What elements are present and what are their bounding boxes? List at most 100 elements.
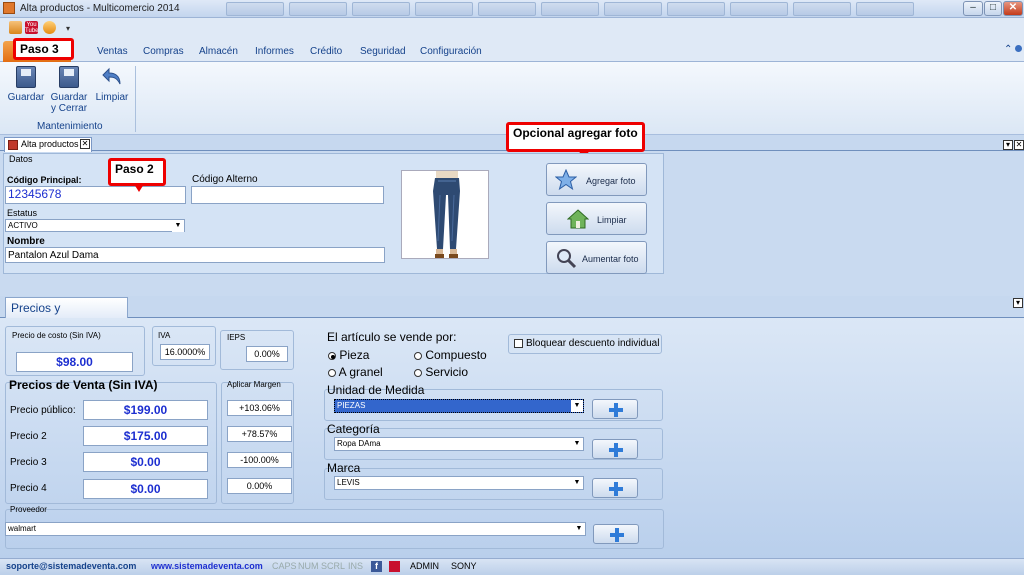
tab-alta-productos[interactable]: Alta productos (4, 137, 92, 152)
support-email[interactable]: soporte@sistemadeventa.com (6, 559, 136, 574)
radio-pieza[interactable]: Pieza (328, 348, 369, 362)
radio-a-granel[interactable]: A granel (328, 365, 383, 379)
radio-icon (328, 368, 336, 377)
radio-icon (414, 368, 422, 377)
categoria-select[interactable]: Ropa DAma ▼ (334, 437, 584, 451)
aumentar-foto-label: Aumentar foto (582, 254, 639, 264)
magnifier-icon (557, 249, 577, 269)
marca-value: LEVIS (337, 478, 360, 487)
chevron-down-icon: ▼ (172, 220, 184, 232)
chevron-down-icon: ▼ (571, 477, 583, 489)
radio-compuesto-label: Compuesto (425, 348, 487, 362)
guardar-cerrar-label-2: y Cerrar (50, 103, 88, 114)
doc-tab-label: Alta productos (21, 139, 79, 149)
proveedor-select[interactable]: walmart ▼ (5, 522, 586, 536)
categoria-title: Categoría (327, 422, 380, 436)
tab-configuracion[interactable]: Configuración (420, 46, 482, 57)
ieps-input[interactable]: 0.00% (246, 346, 288, 362)
scrl-indicator: SCRL (321, 561, 346, 571)
codigo-principal-input[interactable]: 12345678 (5, 186, 186, 204)
tab-credito[interactable]: Crédito (310, 46, 342, 57)
chevron-down-icon: ▼ (573, 523, 585, 535)
taskbar-ghost-tab (352, 2, 410, 16)
estatus-value: ACTIVO (8, 221, 38, 230)
proveedor-value: walmart (8, 524, 37, 533)
limpiar-label: Limpiar (95, 92, 129, 103)
unidad-title: Unidad de Medida (327, 383, 425, 397)
tab-informes[interactable]: Informes (255, 46, 294, 57)
margen-3-input[interactable]: -100.00% (227, 452, 292, 468)
precio-2-input[interactable]: $175.00 (83, 426, 208, 446)
facebook-icon[interactable]: f (371, 561, 382, 572)
callout-arrow (134, 184, 144, 192)
close-icon[interactable]: ✕ (1003, 1, 1023, 16)
close-tab-icon[interactable]: ✕ (80, 139, 90, 149)
home-icon (567, 209, 589, 229)
proveedor-title: Proveedor (10, 505, 47, 514)
marca-select[interactable]: LEVIS ▼ (334, 476, 584, 490)
add-categoria-button[interactable] (592, 439, 638, 459)
radio-pieza-label: Pieza (339, 348, 370, 362)
precio-3-input[interactable]: $0.00 (83, 452, 208, 472)
user-icon[interactable] (9, 21, 22, 34)
radio-compuesto[interactable]: Compuesto (414, 348, 487, 362)
save-close-icon (59, 66, 79, 88)
costo-input[interactable]: $98.00 (16, 352, 133, 372)
youtube-icon[interactable] (389, 561, 400, 572)
margen-publico-input[interactable]: +103.06% (227, 400, 292, 416)
codigo-principal-label: Código Principal: (7, 175, 82, 185)
add-unidad-button[interactable] (592, 399, 638, 419)
guardar-button[interactable]: Guardar (7, 66, 45, 103)
add-proveedor-button[interactable] (593, 524, 639, 544)
marca-title: Marca (327, 461, 361, 475)
codigo-alterno-input[interactable] (191, 186, 384, 204)
unidad-select[interactable]: PIEZAS ▼ (334, 399, 584, 413)
estatus-select[interactable]: ACTIVO ▼ (5, 219, 185, 232)
taskbar-ghost-tab (730, 2, 788, 16)
tab-precios-organizacion[interactable]: Precios y organización (5, 297, 128, 335)
maximize-icon[interactable]: □ (984, 1, 1002, 16)
guardar-cerrar-button[interactable]: Guardar y Cerrar (49, 66, 89, 114)
machine-name: SONY (451, 561, 477, 571)
bloquear-descuento-checkbox[interactable] (514, 339, 523, 348)
tab-compras[interactable]: Compras (143, 46, 184, 57)
radio-servicio[interactable]: Servicio (414, 365, 468, 379)
panel-close-icon[interactable]: ✕ (1014, 140, 1024, 150)
limpiar-button[interactable]: Limpiar (94, 66, 130, 103)
window-title: Alta productos - Multicomercio 2014 (20, 3, 180, 14)
tab-almacen[interactable]: Almacén (199, 46, 238, 57)
agregar-foto-button[interactable]: Agregar foto (546, 163, 647, 196)
add-marca-button[interactable] (592, 478, 638, 498)
ribbon-collapse-icon[interactable]: ⌃ (1004, 44, 1012, 55)
panel-dropdown-icon[interactable]: ▾ (1003, 140, 1013, 150)
precio-4-input[interactable]: $0.00 (83, 479, 208, 499)
aplicar-margen-title: Aplicar Margen (227, 380, 281, 389)
aumentar-foto-button[interactable]: Aumentar foto (546, 241, 647, 274)
minimize-icon[interactable]: – (963, 1, 983, 16)
hand-icon[interactable] (43, 21, 56, 34)
section-dropdown-icon[interactable]: ▾ (1013, 298, 1023, 308)
radio-a-granel-label: A granel (338, 365, 383, 379)
caps-indicator: CAPS (272, 561, 297, 571)
se-vende-por-title: El artículo se vende por: (327, 330, 457, 344)
iva-label: IVA (158, 331, 171, 340)
iva-input[interactable]: 16.0000% (160, 344, 210, 360)
quick-access-dropdown-icon[interactable]: ▾ (66, 24, 70, 33)
help-icon[interactable] (1015, 45, 1022, 52)
margen-4-input[interactable]: 0.00% (227, 478, 292, 494)
taskbar-ghost-tab (541, 2, 599, 16)
ribbon-group-divider (135, 66, 136, 132)
num-indicator: NUM (298, 561, 319, 571)
tab-seguridad[interactable]: Seguridad (360, 46, 406, 57)
precio-publico-input[interactable]: $199.00 (83, 400, 208, 420)
website-link[interactable]: www.sistemadeventa.com (151, 559, 263, 574)
precios-venta-title: Precios de Venta (Sin IVA) (9, 378, 158, 392)
limpiar-foto-label: Limpiar (597, 215, 627, 225)
tab-ventas[interactable]: Ventas (97, 46, 128, 57)
nombre-input[interactable]: Pantalon Azul Dama (5, 247, 385, 263)
limpiar-foto-button[interactable]: Limpiar (546, 202, 647, 235)
ins-indicator: INS (348, 561, 364, 571)
radio-servicio-label: Servicio (425, 365, 469, 379)
youtube-icon[interactable]: You Tube (25, 21, 38, 34)
margen-2-input[interactable]: +78.57% (227, 426, 292, 442)
